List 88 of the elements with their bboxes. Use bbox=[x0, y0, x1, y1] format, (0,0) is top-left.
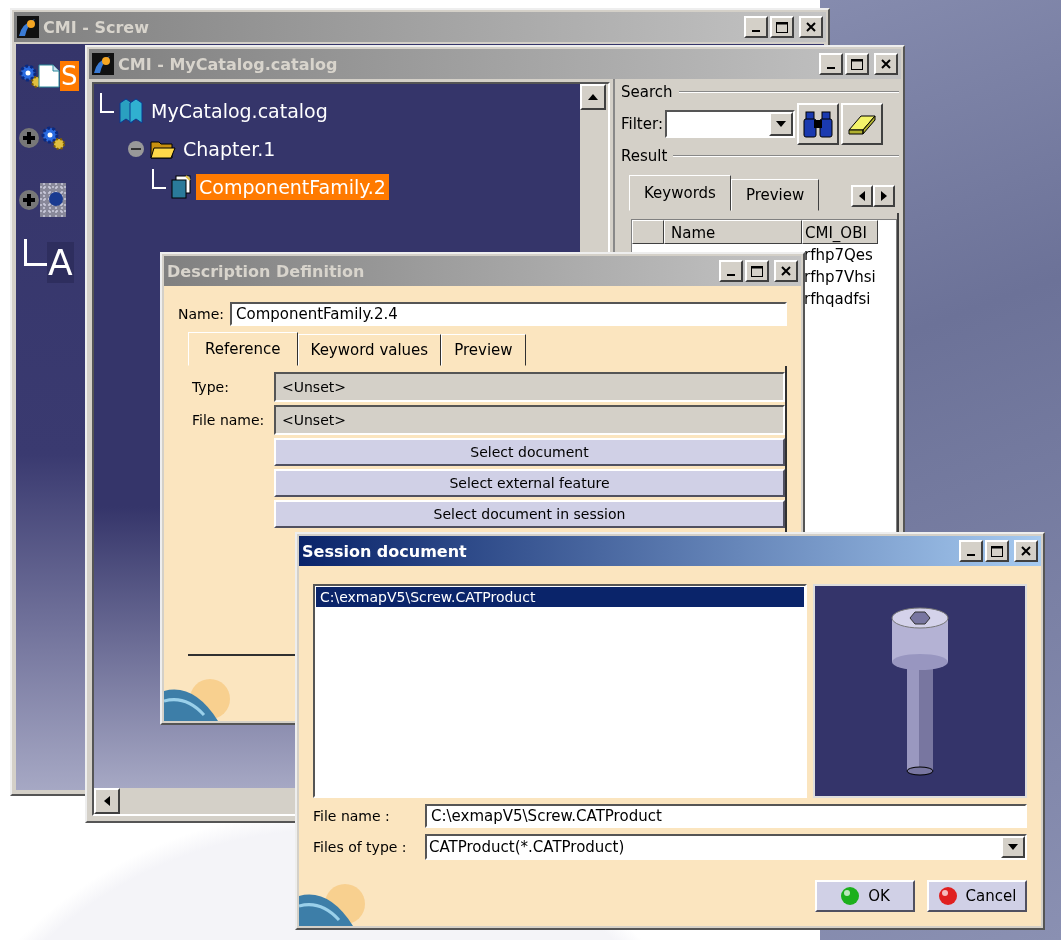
action-button[interactable]: Select external feature bbox=[274, 469, 785, 497]
window-title: Description Definition bbox=[167, 261, 366, 281]
tab[interactable]: Preview bbox=[441, 334, 526, 366]
minimize-button[interactable] bbox=[959, 540, 983, 562]
action-button[interactable]: Select document in session bbox=[274, 500, 785, 528]
action-button[interactable]: Select document bbox=[274, 438, 785, 466]
field-label: File name : bbox=[313, 808, 391, 824]
minimize-button[interactable] bbox=[744, 16, 768, 38]
scroll-left-button[interactable] bbox=[94, 788, 120, 814]
maximize-button[interactable] bbox=[745, 260, 769, 282]
maximize-icon bbox=[776, 21, 788, 33]
tree-item[interactable]: Chapter.1 bbox=[180, 136, 279, 162]
connector-line bbox=[100, 93, 114, 113]
tab[interactable]: Keywords bbox=[629, 175, 731, 211]
book-icon bbox=[118, 97, 144, 125]
tree-item[interactable]: MyCatalog.catalog bbox=[148, 98, 331, 124]
close-icon bbox=[806, 22, 816, 32]
group-heading: Result bbox=[621, 147, 668, 165]
close-button[interactable] bbox=[874, 53, 898, 75]
filter-combo[interactable] bbox=[664, 110, 795, 138]
table-cell-text: rfhqadfsi bbox=[803, 289, 872, 310]
right-arrow-icon bbox=[881, 191, 887, 201]
close-icon bbox=[781, 266, 791, 276]
ball-icon bbox=[840, 886, 861, 906]
clear-button[interactable] bbox=[840, 103, 883, 145]
documents-icon bbox=[170, 175, 192, 199]
left-arrow-icon bbox=[104, 796, 110, 806]
dropdown-arrow-icon bbox=[775, 121, 786, 127]
read-only-field: <Unset> bbox=[274, 372, 785, 402]
minimize-icon bbox=[752, 30, 760, 32]
left-arrow-icon bbox=[859, 191, 865, 201]
tab-scroll-left-button[interactable] bbox=[851, 185, 873, 207]
app-logo-icon bbox=[17, 16, 39, 38]
grid-icon bbox=[40, 183, 66, 217]
field-label: Type: bbox=[192, 379, 230, 395]
window-title: Session document bbox=[302, 541, 468, 561]
maximize-icon bbox=[991, 545, 1003, 557]
ok-button[interactable]: OK bbox=[815, 880, 915, 912]
scroll-up-button[interactable] bbox=[580, 84, 606, 110]
cancel-button[interactable]: Cancel bbox=[927, 880, 1027, 912]
table-cell-text: rfhp7Vhsi bbox=[803, 267, 877, 288]
dropdown-arrow-icon bbox=[1008, 844, 1018, 850]
field-label: File name: bbox=[192, 412, 266, 428]
tab[interactable]: Preview bbox=[730, 179, 820, 211]
gear-icon bbox=[40, 125, 66, 151]
ball-icon bbox=[937, 886, 958, 906]
minimize-icon bbox=[827, 67, 835, 69]
read-only-field: <Unset> bbox=[274, 405, 785, 435]
maximize-icon bbox=[851, 58, 863, 70]
window-title: CMI - MyCatalog.catalog bbox=[118, 54, 339, 74]
group-heading: Search bbox=[621, 83, 673, 101]
tab[interactable]: Reference bbox=[188, 332, 298, 366]
minimize-button[interactable] bbox=[819, 53, 843, 75]
maximize-button[interactable] bbox=[770, 16, 794, 38]
close-button[interactable] bbox=[799, 16, 823, 38]
tab-scroll-right-button[interactable] bbox=[873, 185, 895, 207]
minimize-button[interactable] bbox=[719, 260, 743, 282]
close-icon bbox=[1021, 546, 1031, 556]
file-type-dropdown[interactable]: CATProduct(*.CATProduct) bbox=[425, 834, 1027, 860]
maximize-button[interactable] bbox=[985, 540, 1009, 562]
minimize-icon bbox=[727, 274, 735, 276]
document-icon bbox=[38, 64, 60, 88]
tab[interactable]: Keyword values bbox=[297, 334, 442, 366]
column-header: Name bbox=[664, 220, 802, 244]
binoculars-icon bbox=[802, 110, 833, 138]
list-item[interactable]: C:\exmapV5\Screw.CATProduct bbox=[316, 587, 804, 607]
connector-line bbox=[152, 169, 166, 189]
folder-icon bbox=[150, 139, 176, 159]
app-logo-icon bbox=[92, 53, 114, 75]
up-arrow-icon bbox=[588, 94, 598, 100]
window-title: CMI - Screw bbox=[43, 17, 150, 37]
file-name-field[interactable]: C:\exmapV5\Screw.CATProduct bbox=[425, 804, 1027, 828]
close-button[interactable] bbox=[774, 260, 798, 282]
search-button[interactable] bbox=[796, 103, 839, 145]
close-button[interactable] bbox=[1014, 540, 1038, 562]
field-label: Name: bbox=[178, 306, 225, 322]
file-list[interactable]: C:\exmapV5\Screw.CATProduct bbox=[313, 584, 807, 798]
tree-item[interactable]: A bbox=[47, 241, 74, 283]
maximize-icon bbox=[751, 265, 763, 277]
maximize-button[interactable] bbox=[845, 53, 869, 75]
minimize-icon bbox=[967, 554, 975, 556]
eraser-icon bbox=[846, 112, 877, 136]
field-label: Files of type : bbox=[313, 839, 408, 855]
column-header: CMI_OBI bbox=[802, 220, 878, 244]
table-cell-text: rfhp7Qes bbox=[803, 245, 874, 266]
close-icon bbox=[881, 59, 891, 69]
field-label: Filter: bbox=[621, 115, 663, 133]
name-field[interactable]: ComponentFamily.2.4 bbox=[230, 302, 787, 326]
